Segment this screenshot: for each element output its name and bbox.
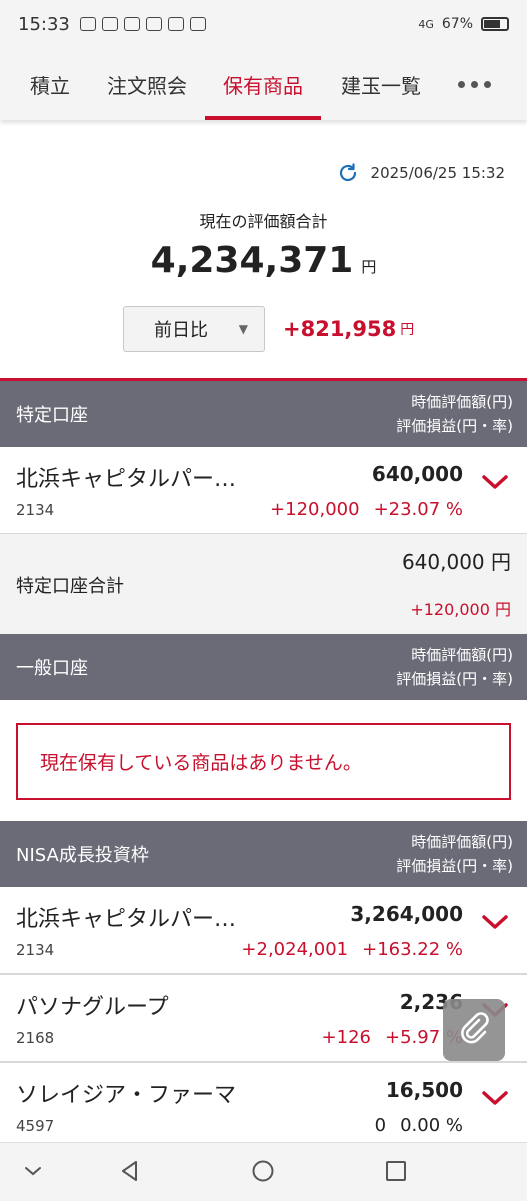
more-icon bbox=[457, 80, 491, 88]
holding-name: ソレイジア・ファーマ bbox=[16, 1083, 237, 1108]
holding-row[interactable]: 北浜キャピタルパー… 2134 640,000 +120,000 +23.07 … bbox=[0, 447, 527, 535]
holding-row[interactable]: ソレイジア・ファーマ 4597 16,500 0 0.00 % bbox=[0, 1063, 527, 1151]
refresh-icon[interactable] bbox=[337, 162, 359, 184]
empty-message: 現在保有している商品はありません。 bbox=[16, 723, 511, 800]
compare-row: 前日比 ▼ +821,958 円 bbox=[123, 306, 414, 352]
nav-collapse-icon[interactable] bbox=[22, 1163, 44, 1182]
compare-currency: 円 bbox=[400, 322, 415, 338]
updated-timestamp: 2025/06/25 15:32 bbox=[370, 164, 505, 182]
attach-icon bbox=[457, 1011, 491, 1049]
section-header-nisa: NISA成長投資枠 時価評価額(円) 評価損益(円・率) bbox=[0, 821, 527, 887]
holding-value: 16,500 bbox=[385, 1078, 463, 1102]
subtotal-value: 640,000 円 bbox=[401, 550, 511, 574]
notification-icon bbox=[189, 17, 206, 31]
tab-positions[interactable]: 建玉一覧 bbox=[338, 48, 424, 120]
subtotal-tokutei: 特定口座合計 640,000 円 +120,000 円 bbox=[0, 534, 527, 634]
holding-code: 2134 bbox=[16, 941, 55, 959]
notification-icon bbox=[145, 17, 162, 31]
floating-attach-button[interactable] bbox=[443, 999, 505, 1061]
home-icon[interactable] bbox=[251, 1159, 275, 1187]
status-bar: 15:33 4G 67% bbox=[0, 0, 527, 48]
dropdown-caret-icon: ▼ bbox=[238, 322, 248, 336]
holding-code: 2168 bbox=[16, 1029, 55, 1047]
holding-pl: +120,000 +23.07 % bbox=[270, 499, 463, 520]
subtotal-label: 特定口座合計 bbox=[16, 576, 124, 597]
compare-value: +821,958 bbox=[283, 317, 397, 341]
holding-row[interactable]: 北浜キャピタルパー… 2134 3,264,000 +2,024,001 +16… bbox=[0, 887, 527, 975]
notification-icon bbox=[123, 17, 140, 31]
total-value: 4,234,371 bbox=[150, 240, 354, 281]
holding-name: 北浜キャピタルパー… bbox=[16, 467, 237, 492]
total-currency: 円 bbox=[361, 258, 377, 276]
total-label: 現在の評価額合計 bbox=[199, 212, 328, 231]
battery-percent: 67% bbox=[441, 16, 473, 32]
tab-tsumitate[interactable]: 積立 bbox=[28, 48, 72, 120]
total-value-row: 4,234,371 円 bbox=[0, 240, 527, 281]
holding-value: 640,000 bbox=[371, 462, 463, 486]
holding-name: 北浜キャピタルパー… bbox=[16, 907, 237, 932]
update-info: 2025/06/25 15:32 bbox=[337, 162, 505, 184]
recents-icon[interactable] bbox=[384, 1159, 408, 1187]
valuation-summary: 2025/06/25 15:32 現在の評価額合計 4,234,371 円 前日… bbox=[0, 140, 527, 378]
notification-icons bbox=[79, 17, 206, 31]
back-icon[interactable] bbox=[118, 1159, 142, 1187]
tab-holdings[interactable]: 保有商品 bbox=[205, 48, 321, 120]
tab-order-inquiry[interactable]: 注文照会 bbox=[104, 48, 190, 120]
compare-select[interactable]: 前日比 ▼ bbox=[123, 306, 265, 352]
notification-icon bbox=[167, 17, 184, 31]
holding-pl: +126 +5.97 % bbox=[321, 1027, 463, 1048]
system-nav-bar bbox=[0, 1142, 527, 1201]
status-time: 15:33 bbox=[18, 13, 70, 35]
network-indicator: 4G bbox=[418, 17, 434, 31]
holding-pl: +2,024,001 +163.22 % bbox=[241, 939, 463, 960]
notification-icon bbox=[79, 17, 96, 31]
chevron-down-icon[interactable] bbox=[481, 473, 509, 495]
more-button[interactable] bbox=[452, 48, 496, 120]
tab-bar: 積立 注文照会 保有商品 建玉一覧 bbox=[0, 48, 527, 120]
holding-pl: 0 0.00 % bbox=[374, 1115, 463, 1136]
section-header-tokutei: 特定口座 時価評価額(円) 評価損益(円・率) bbox=[0, 381, 527, 447]
chevron-down-icon[interactable] bbox=[481, 913, 509, 935]
battery-icon bbox=[481, 17, 509, 31]
holding-name: パソナグループ bbox=[16, 995, 169, 1020]
chevron-down-icon[interactable] bbox=[481, 1089, 509, 1111]
subtotal-pl: +120,000 円 bbox=[410, 600, 511, 619]
section-header-ippan: 一般口座 時価評価額(円) 評価損益(円・率) bbox=[0, 634, 527, 700]
holding-value: 3,264,000 bbox=[350, 902, 463, 926]
holding-code: 4597 bbox=[16, 1117, 55, 1135]
notification-icon bbox=[101, 17, 118, 31]
holding-code: 2134 bbox=[16, 501, 55, 519]
